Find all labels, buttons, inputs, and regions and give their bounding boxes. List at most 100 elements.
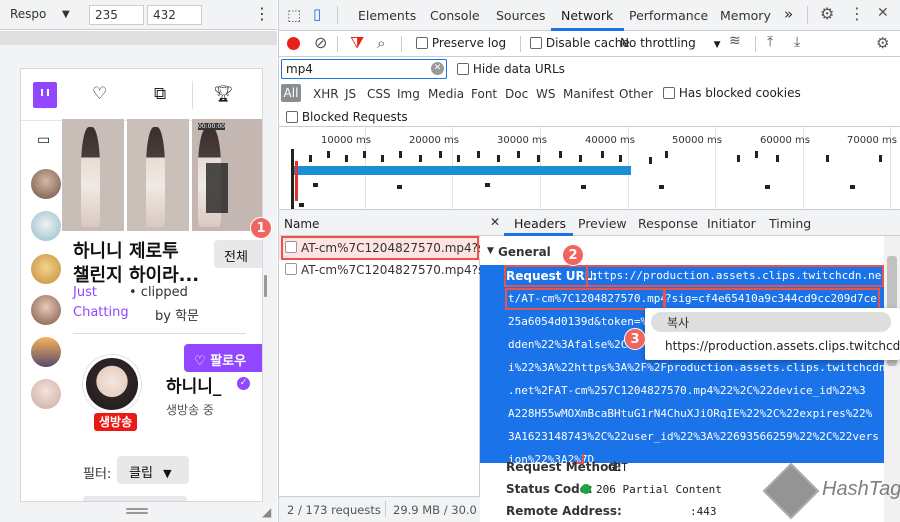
more-tabs-button[interactable]: »	[784, 5, 793, 23]
channel-avatar[interactable]	[31, 337, 61, 367]
chevron-down-icon[interactable]: ▼	[487, 246, 494, 256]
tab-network[interactable]: Network	[561, 8, 613, 23]
close-icon[interactable]: ✕	[877, 5, 889, 21]
clip-title-line2[interactable]: 챌린지 하이라...	[73, 261, 199, 287]
disable-cache-label[interactable]: Disable cache	[546, 36, 630, 50]
clip-thumbnail[interactable]: 00:00:00	[192, 119, 262, 231]
tab-headers[interactable]: Headers	[514, 216, 566, 231]
height-input[interactable]	[147, 5, 202, 25]
category-link-line1[interactable]: Just	[73, 285, 97, 300]
resize-handle-right[interactable]	[264, 275, 267, 297]
context-menu-copy[interactable]: 복사	[651, 312, 891, 332]
blocked-requests-label[interactable]: Blocked Requests	[302, 110, 408, 124]
type-filter-other[interactable]: Other	[619, 87, 653, 101]
request-row[interactable]: AT-cm%7C1204827570.mp4?si...	[279, 259, 480, 281]
network-timeline[interactable]: 10000 ms 20000 ms 30000 ms 40000 ms 5000…	[278, 127, 900, 210]
clipped-by-label[interactable]: by 학문	[155, 305, 199, 324]
copy-icon[interactable]: ⧉	[154, 84, 166, 104]
more-icon[interactable]: ⋮	[849, 4, 865, 23]
channel-avatar[interactable]	[31, 211, 61, 241]
device-select[interactable]: Respo	[10, 7, 46, 21]
type-filter-ws[interactable]: WS	[536, 87, 555, 101]
width-input[interactable]	[89, 5, 144, 25]
type-filter-js[interactable]: JS	[345, 87, 356, 101]
channel-avatar[interactable]	[31, 169, 61, 199]
type-filter-xhr[interactable]: XHR	[313, 87, 339, 101]
filter-icon[interactable]: ⧩	[350, 33, 364, 53]
export-icon[interactable]: ⤓	[794, 34, 800, 50]
tab-sources[interactable]: Sources	[496, 8, 545, 23]
type-filter-css[interactable]: CSS	[367, 87, 391, 101]
type-filter-font[interactable]: Font	[471, 87, 497, 101]
tab-timing[interactable]: Timing	[769, 216, 811, 231]
resize-handle-bottom[interactable]	[126, 508, 148, 510]
type-filter-media[interactable]: Media	[428, 87, 464, 101]
name-column-header[interactable]: Name	[279, 210, 480, 236]
has-blocked-cookies-checkbox[interactable]	[663, 87, 675, 99]
has-blocked-cookies-label[interactable]: Has blocked cookies	[679, 86, 801, 100]
timeline-label: 20000 ms	[409, 135, 459, 146]
inspect-icon[interactable]: ⬚	[287, 6, 301, 24]
channel-name[interactable]: 하니니_	[166, 372, 221, 397]
clear-icon[interactable]: ⊘	[314, 33, 327, 52]
follow-button[interactable]: ♡ 팔로우	[184, 344, 262, 372]
import-icon[interactable]: ⤒	[767, 34, 773, 50]
annotation-box	[505, 288, 665, 310]
timeline-tick	[755, 151, 758, 158]
filter-select[interactable]: 클립 ▼	[117, 456, 189, 484]
gear-icon[interactable]: ⚙	[876, 34, 889, 52]
tab-memory[interactable]: Memory	[720, 8, 771, 23]
trophy-icon[interactable]: 🏆︎	[213, 84, 233, 104]
general-section-label[interactable]: General	[498, 245, 551, 259]
blocked-requests-checkbox[interactable]	[286, 111, 298, 123]
context-menu-url[interactable]: https://production.assets.clips.twitchcd…	[665, 339, 900, 353]
record-icon[interactable]	[287, 37, 300, 50]
channel-avatar[interactable]	[31, 295, 61, 325]
tab-performance[interactable]: Performance	[629, 8, 708, 23]
gear-icon[interactable]: ⚙	[820, 4, 834, 23]
clear-filter-icon[interactable]: ✕	[431, 62, 444, 75]
url-line[interactable]: 25a6054d0139d&token=%	[508, 315, 647, 328]
streamer-avatar[interactable]	[83, 355, 141, 413]
type-filter-img[interactable]: Img	[397, 87, 420, 101]
clip-thumbnail[interactable]	[127, 119, 189, 231]
url-line[interactable]: dden%22%3Afalse%2C%2	[508, 338, 640, 351]
twitch-top-bar: ♡ ⧉ 🏆︎	[21, 69, 262, 121]
preserve-log-checkbox[interactable]	[416, 37, 428, 49]
hide-data-urls-checkbox[interactable]	[457, 63, 469, 75]
video-camera-icon[interactable]: ▭	[37, 132, 50, 148]
twitch-logo-icon[interactable]	[33, 82, 57, 109]
filter-input[interactable]: mp4 ✕	[281, 59, 447, 79]
clip-title-line1[interactable]: 하니니 제로투	[73, 237, 179, 263]
search-icon[interactable]: ⌕	[377, 34, 385, 52]
category-link-line2[interactable]: Chatting	[73, 305, 129, 320]
disable-cache-checkbox[interactable]	[530, 37, 542, 49]
request-name: AT-cm%7C1204827570.mp4?si...	[301, 263, 480, 277]
url-line[interactable]: i%22%3A%22https%3A%2F%2Fproduction.asset…	[508, 361, 886, 374]
type-filter-doc[interactable]: Doc	[505, 87, 528, 101]
chevron-down-icon[interactable]: ▼	[62, 9, 70, 20]
more-icon[interactable]: ⋮	[254, 4, 270, 23]
tab-elements[interactable]: Elements	[358, 8, 416, 23]
url-line[interactable]: .net%2FAT-cm%257C1204827570.mp4%22%2C%22…	[508, 384, 866, 397]
clip-thumbnail[interactable]	[62, 119, 124, 231]
hide-data-urls-label[interactable]: Hide data URLs	[473, 62, 565, 76]
close-details-button[interactable]: ✕	[490, 215, 500, 229]
channel-avatar[interactable]	[31, 254, 61, 284]
tab-initiator[interactable]: Initiator	[707, 216, 756, 231]
tab-preview[interactable]: Preview	[578, 216, 627, 231]
network-conditions-icon[interactable]: ≋	[729, 33, 741, 49]
url-line[interactable]: A228H55wMOXmBcaBHtuG1rN4ChuXJiORqIE%22%2…	[508, 407, 872, 420]
type-filter-manifest[interactable]: Manifest	[563, 87, 614, 101]
device-toggle-icon[interactable]: ▯	[313, 5, 321, 23]
resize-corner-icon[interactable]: ◢	[262, 505, 271, 519]
all-button[interactable]: 전체	[214, 240, 262, 268]
url-line[interactable]: 3A1623148743%2C%22user_id%22%3A%22693566…	[508, 430, 879, 443]
tab-response[interactable]: Response	[638, 216, 698, 231]
heart-icon[interactable]: ♡	[92, 84, 107, 104]
preserve-log-label[interactable]: Preserve log	[432, 36, 506, 50]
type-filter-all[interactable]: All	[281, 84, 301, 102]
throttling-select[interactable]: No throttling ▼	[620, 36, 721, 50]
channel-avatar[interactable]	[31, 379, 61, 409]
tab-console[interactable]: Console	[430, 8, 480, 23]
